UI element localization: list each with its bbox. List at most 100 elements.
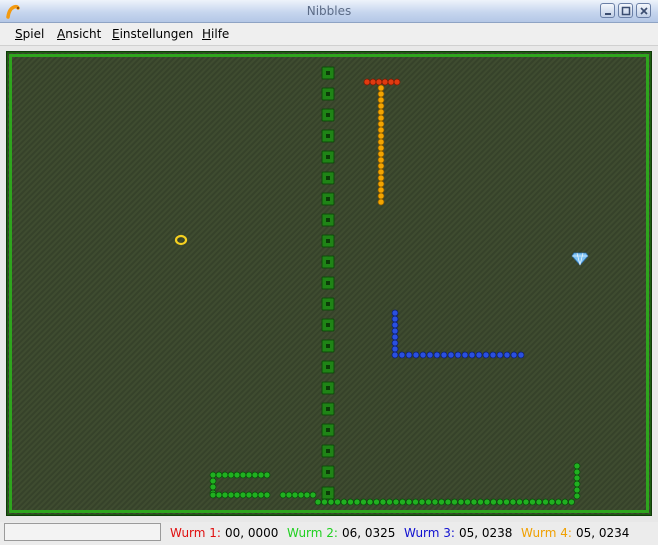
worm-2-segment <box>568 498 575 506</box>
worm-2-segment <box>239 471 247 479</box>
worm-4-segment <box>377 96 385 104</box>
worm-2-segment <box>233 471 241 479</box>
wall-block-core <box>326 176 330 180</box>
worm-1-segment <box>387 78 395 86</box>
wall-block-core <box>326 407 330 411</box>
wall-block-core <box>326 281 330 285</box>
minimize-button[interactable] <box>600 3 615 18</box>
wall-block-core <box>326 491 330 495</box>
worm-3-segment <box>391 315 399 323</box>
worm-4-segment <box>377 198 385 206</box>
worm-2-score-value: 06, 0325 <box>342 526 396 540</box>
worm-4-segment <box>377 156 385 164</box>
wall-block-core <box>326 134 330 138</box>
menu-einstellungen-label: instellungen <box>119 27 194 41</box>
worm-3-segment <box>475 351 483 359</box>
worm-4-segment <box>377 174 385 182</box>
worm-2-segment <box>373 498 380 506</box>
worm-2-segment <box>251 471 259 479</box>
worm-3-segment <box>489 351 497 359</box>
worm-1-segment <box>375 78 383 86</box>
worm-2-segment <box>263 491 271 499</box>
wall-block-core <box>326 92 330 96</box>
worm-4-segment <box>377 180 385 188</box>
worm-1-score-label: Wurm 1: <box>170 526 221 540</box>
worm-3-segment <box>517 351 525 359</box>
worm-4-segment <box>377 108 385 116</box>
worm-2-segment <box>573 468 581 476</box>
wall-block-core <box>326 71 330 75</box>
worm-2-segment <box>573 462 581 470</box>
worm-3-segment <box>391 333 399 341</box>
worm-2-segment <box>379 498 387 506</box>
worm-3-segment <box>496 351 504 359</box>
worm-3-segment <box>412 351 420 359</box>
worm-2-segment <box>386 498 393 506</box>
worm-2-segment <box>245 471 253 479</box>
status-bar: Wurm 1: 00, 0000 Wurm 2: 06, 0325 Wurm 3… <box>0 522 658 545</box>
worm-3-segment <box>468 351 476 359</box>
worm-2-segment <box>555 498 562 506</box>
maximize-button[interactable] <box>618 3 633 18</box>
wall-block-core <box>326 218 330 222</box>
window-title: Nibbles <box>306 4 352 18</box>
worm-3-segment <box>454 351 462 359</box>
worm-4-segment <box>377 138 385 146</box>
close-icon <box>640 7 648 15</box>
worm-1-segment <box>393 78 401 86</box>
worm-2-segment <box>399 498 406 506</box>
worm-2-score-label: Wurm 2: <box>287 526 338 540</box>
worm-1-segment <box>363 78 371 86</box>
worm-2-segment <box>535 498 543 506</box>
worm-1-segment <box>381 78 389 86</box>
worm-2-segment <box>353 498 361 506</box>
worm-2-segment <box>327 498 335 506</box>
game-board[interactable] <box>8 53 650 514</box>
worm-2-segment <box>561 498 569 506</box>
wall-block-core <box>326 386 330 390</box>
worm-3-segment <box>440 351 448 359</box>
menu-einstellungen[interactable]: Einstellungen <box>112 27 193 41</box>
status-message-field <box>4 523 161 541</box>
worm-2-segment <box>215 491 223 499</box>
worm-3-segment <box>503 351 511 359</box>
worm-3-segment <box>447 351 455 359</box>
worm-4-segment <box>377 90 385 98</box>
minimize-icon <box>605 13 611 15</box>
worm-2-segment <box>496 498 504 506</box>
worm-2-segment <box>209 477 217 485</box>
wall-block-core <box>326 428 330 432</box>
worm-2-segment <box>412 498 419 506</box>
worm-3-segment <box>461 351 469 359</box>
menu-spiel[interactable]: Spiel <box>15 27 44 41</box>
worm-4-segment <box>377 132 385 140</box>
title-bar[interactable]: Nibbles <box>0 0 658 23</box>
wall-block-core <box>326 365 330 369</box>
worm-3-segment <box>391 321 399 329</box>
menu-bar: Spiel Ansicht Einstellungen Hilfe <box>0 23 658 46</box>
menu-hilfe[interactable]: Hilfe <box>202 27 229 41</box>
wall-block-core <box>326 197 330 201</box>
close-button[interactable] <box>636 3 651 18</box>
worm-2-segment <box>392 498 400 506</box>
worm-4-segment <box>377 168 385 176</box>
worm-2-segment <box>573 474 581 482</box>
worm-3-segment <box>391 351 399 359</box>
worm-2-segment <box>457 498 465 506</box>
worm-4-score-value: 05, 0234 <box>576 526 630 540</box>
wall-block-core <box>326 155 330 159</box>
worm-2-segment <box>233 491 241 499</box>
worm-3-segment <box>405 351 413 359</box>
wall-block-core <box>326 323 330 327</box>
worm-2-segment <box>405 498 413 506</box>
menu-einstellungen-mnemonic: E <box>112 27 120 41</box>
menu-ansicht[interactable]: Ansicht <box>57 27 101 41</box>
worm-2-segment <box>509 498 517 506</box>
worm-2-segment <box>542 498 549 506</box>
worm-2-segment <box>297 491 305 499</box>
menu-hilfe-label: ilfe <box>211 27 230 41</box>
worm-2-segment <box>425 498 432 506</box>
worm-2-segment <box>516 498 523 506</box>
worm-2-segment <box>263 471 271 479</box>
worm-4-segment <box>377 162 385 170</box>
